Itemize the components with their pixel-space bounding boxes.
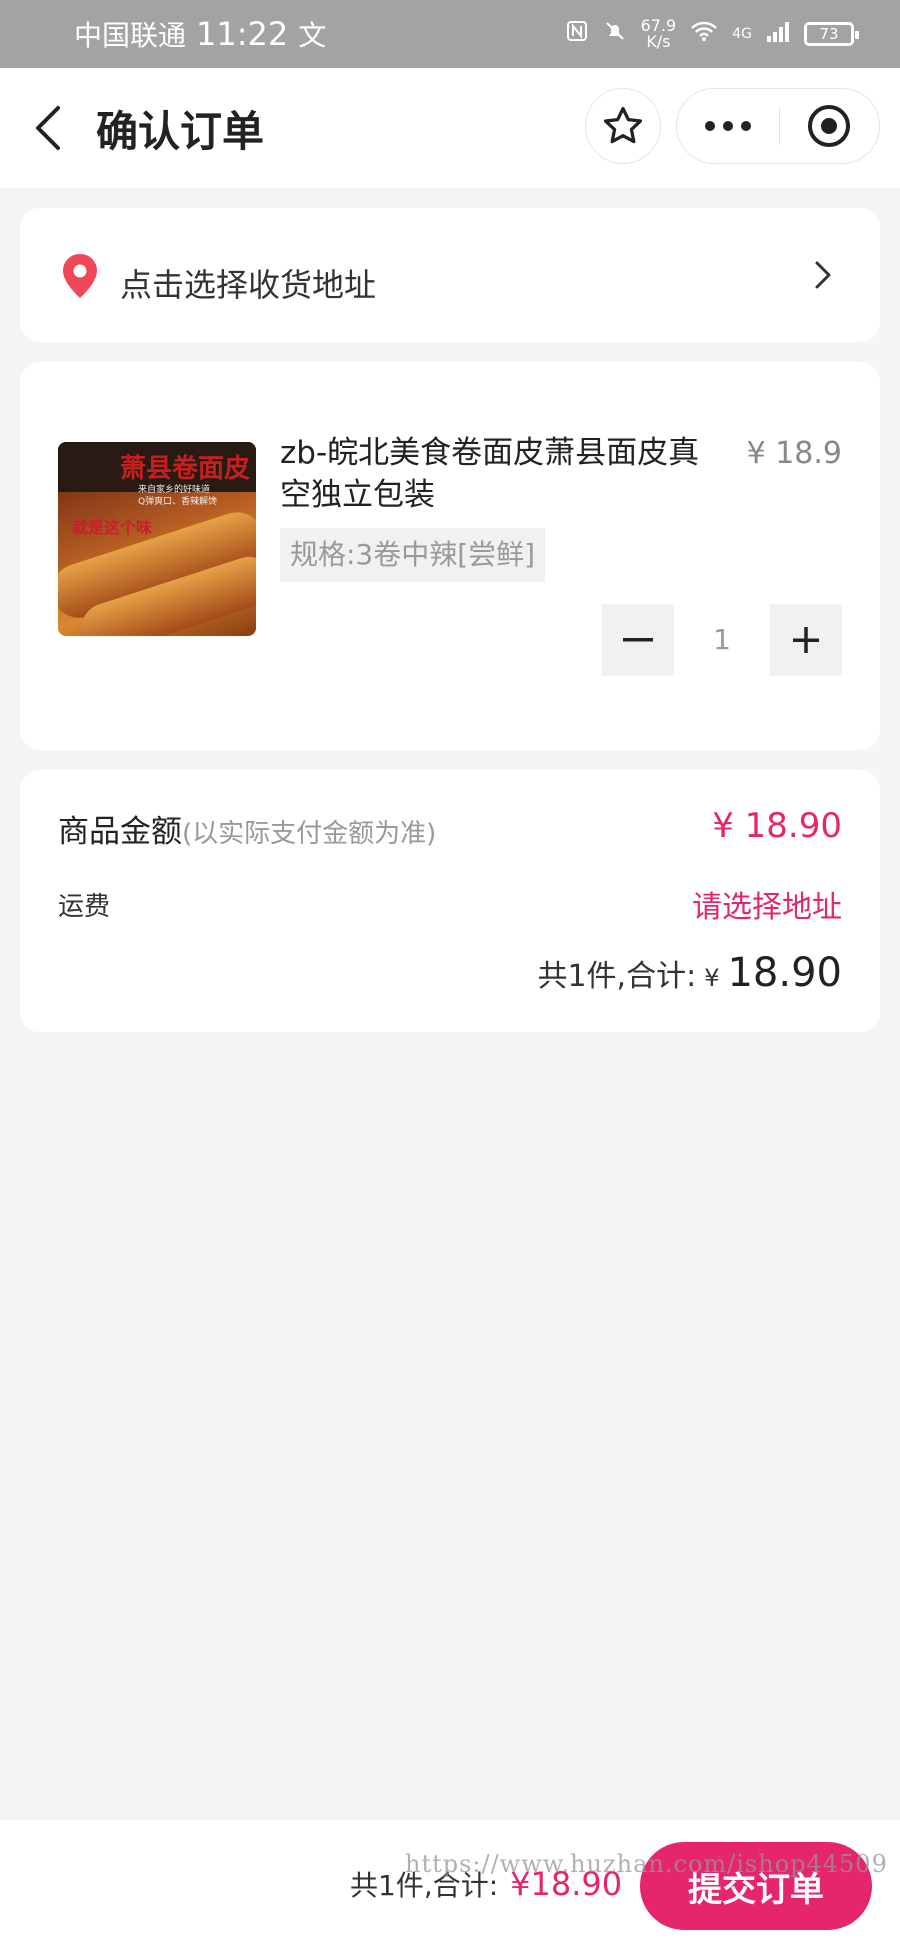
- more-button[interactable]: [677, 88, 779, 164]
- bottom-total: 共1件,合计: ¥18.90: [350, 1864, 622, 1904]
- location-pin-icon: [63, 254, 97, 298]
- close-button[interactable]: [780, 88, 880, 164]
- battery-level: 73: [819, 25, 839, 43]
- mute-bell-icon: [603, 19, 627, 49]
- subtotal-value: 18.90: [727, 950, 842, 996]
- star-icon: [603, 106, 643, 144]
- more-dots-icon: [704, 121, 751, 131]
- page-title: 确认订单: [96, 107, 265, 156]
- plus-icon: [793, 627, 819, 653]
- product-title: zb-皖北美食卷面皮萧县面皮真空独立包装: [280, 435, 700, 513]
- back-arrow-icon: [36, 106, 60, 150]
- bottom-total-value: ¥18.90: [510, 1865, 623, 1903]
- goods-label-text: 商品金额: [58, 814, 182, 850]
- quantity-decrease-button[interactable]: [602, 604, 674, 676]
- bottom-total-label: 共1件,合计:: [350, 1869, 499, 1902]
- network-speed: 67.9 K/s: [641, 18, 677, 50]
- product-image[interactable]: 萧县卷面皮 来自家乡的好味道 Q弹爽口、香辣解馋 就是这个味: [58, 442, 256, 636]
- subtotal-currency: ¥: [704, 964, 720, 992]
- status-time: 11:22: [196, 15, 289, 53]
- status-bar: 中国联通 11:22 文 67.9 K/s 4G 73: [0, 0, 900, 68]
- network-type: 4G: [732, 26, 752, 42]
- signal-icon: [766, 20, 790, 48]
- close-circle-icon: [808, 105, 851, 147]
- shipping-select-address[interactable]: 请选择地址: [692, 882, 842, 926]
- back-button[interactable]: [28, 102, 68, 154]
- carrier-name: 中国联通: [74, 19, 187, 52]
- wifi-icon: [690, 20, 718, 48]
- chevron-right-icon: [815, 261, 831, 289]
- nfc-icon: [565, 19, 589, 49]
- mini-program-capsule: [676, 88, 880, 164]
- product-card: 萧县卷面皮 来自家乡的好味道 Q弹爽口、香辣解馋 就是这个味 zb-皖北美食卷面…: [20, 362, 880, 750]
- subtotal-row: 共1件,合计: ¥ 18.90: [537, 950, 842, 996]
- status-right: 67.9 K/s 4G 73: [565, 18, 859, 50]
- submit-order-button[interactable]: 提交订单: [640, 1842, 872, 1930]
- quantity-value[interactable]: 1: [674, 604, 770, 676]
- goods-amount-label: 商品金额(以实际支付金额为准): [58, 806, 436, 851]
- speed-unit: K/s: [646, 32, 671, 51]
- quantity-increase-button[interactable]: [770, 604, 842, 676]
- minus-icon: [623, 638, 653, 642]
- favorite-button[interactable]: [585, 88, 661, 164]
- translate-icon: 文: [298, 19, 327, 52]
- goods-amount-note: (以实际支付金额为准): [182, 819, 437, 849]
- product-spec: 规格:3卷中辣[尝鲜]: [280, 528, 546, 582]
- product-image-banner-text: 萧县卷面皮: [120, 454, 251, 484]
- price-summary: 商品金额(以实际支付金额为准) ¥ 18.90 运费 请选择地址 共1件,合计:…: [20, 770, 880, 1032]
- bottom-bar: 共1件,合计: ¥18.90 提交订单: [0, 1820, 900, 1950]
- subtotal-label: 共1件,合计:: [537, 959, 697, 994]
- address-label: 点击选择收货地址: [120, 266, 377, 304]
- product-price: ¥ 18.9: [746, 436, 842, 471]
- shipping-label: 运费: [58, 892, 111, 922]
- product-image-tag: 就是这个味: [72, 518, 153, 537]
- status-left: 中国联通 11:22 文: [74, 14, 326, 54]
- goods-amount-value: ¥ 18.90: [712, 806, 842, 846]
- quantity-stepper: 1: [602, 604, 842, 676]
- nav-bar: 确认订单: [0, 68, 900, 188]
- battery-icon: 73: [804, 22, 859, 46]
- product-image-subtitle-2: Q弹爽口、香辣解馋: [138, 497, 218, 507]
- address-selector[interactable]: 点击选择收货地址: [20, 208, 880, 342]
